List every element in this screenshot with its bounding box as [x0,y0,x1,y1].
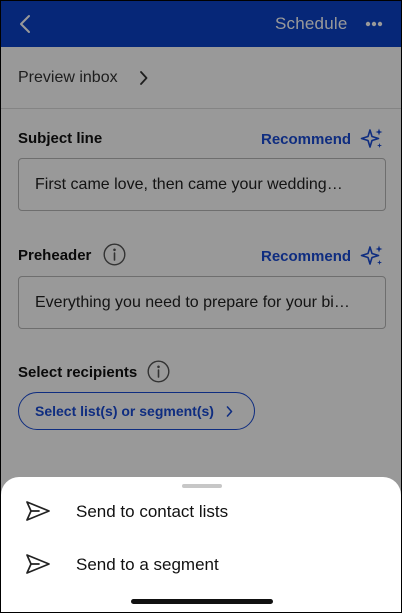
send-options-bottom-sheet: Send to contact lists Send to a segment [1,477,401,612]
app-screen: Schedule Preview inbox Subject line Reco… [0,0,402,613]
send-to-contact-lists-option[interactable]: Send to contact lists [1,488,401,536]
send-to-contact-lists-label: Send to contact lists [76,502,229,521]
send-to-segment-label: Send to a segment [76,555,219,574]
send-icon [26,554,50,574]
send-to-segment-option[interactable]: Send to a segment [1,541,401,589]
home-indicator [131,599,273,604]
send-icon [26,501,50,521]
